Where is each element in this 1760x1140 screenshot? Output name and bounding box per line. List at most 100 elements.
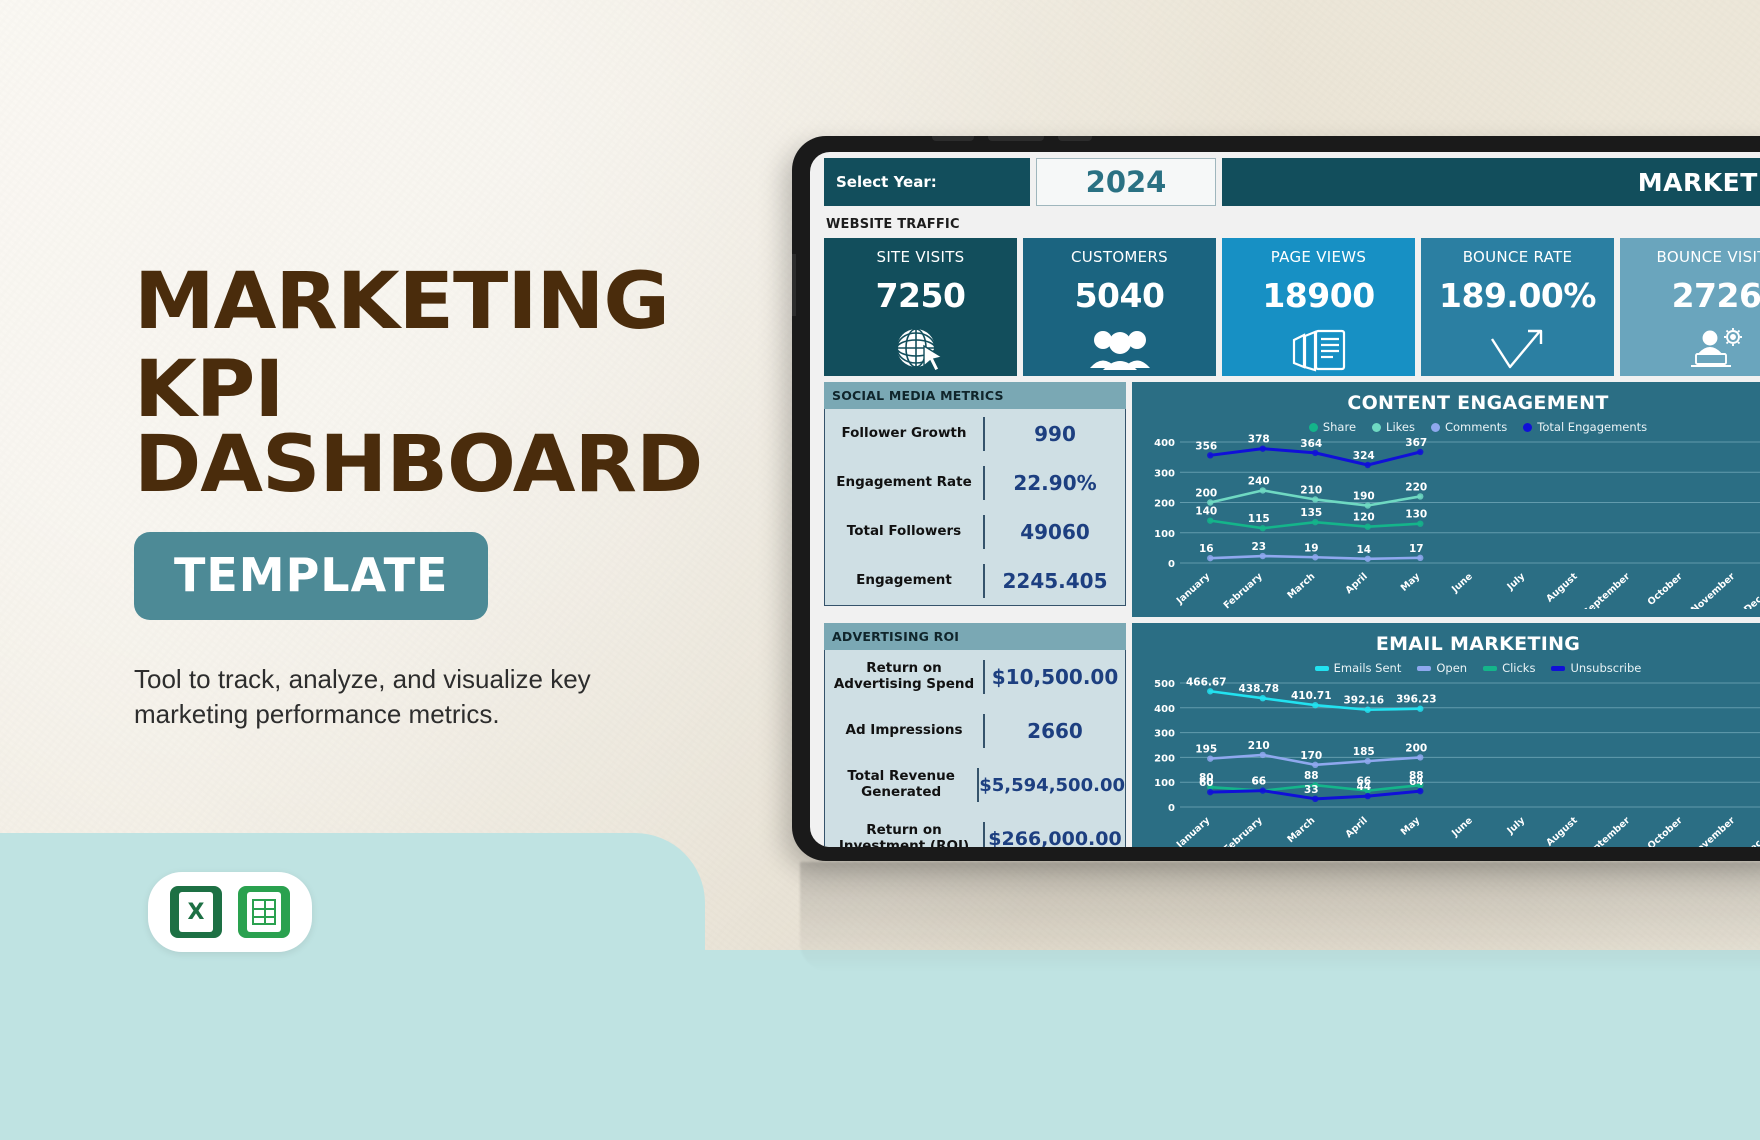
year-select[interactable]: 2024	[1036, 158, 1216, 206]
kpi-card-page-views[interactable]: PAGE VIEWS 18900	[1222, 238, 1415, 376]
legend-item[interactable]: Clicks	[1483, 661, 1535, 675]
metric-value: $10,500.00	[991, 665, 1119, 689]
metric-name: Return on Investment (ROI)	[838, 822, 970, 847]
svg-text:135: 135	[1300, 507, 1322, 519]
svg-text:June: June	[1449, 571, 1475, 596]
svg-text:240: 240	[1248, 475, 1270, 487]
svg-text:210: 210	[1248, 740, 1270, 752]
svg-text:100: 100	[1154, 529, 1175, 540]
kpi-value: 5040	[1074, 276, 1165, 315]
metric-value: $266,000.00	[988, 828, 1122, 847]
svg-text:September: September	[1581, 571, 1632, 609]
svg-text:140: 140	[1195, 506, 1217, 518]
table-row: Ad Impressions 2660	[825, 704, 1125, 758]
legend-item[interactable]: Likes	[1372, 420, 1415, 434]
email-marketing-plot: 0 100 200 300 400 500 January February March Apri…	[1154, 676, 1760, 847]
legend-label: Open	[1436, 661, 1468, 675]
svg-text:April: April	[1344, 571, 1370, 596]
svg-text:100: 100	[1154, 778, 1175, 789]
svg-text:392.16: 392.16	[1343, 695, 1384, 707]
svg-text:October: October	[1646, 815, 1685, 847]
legend-item[interactable]: Unsubscribe	[1551, 661, 1641, 675]
svg-text:438.78: 438.78	[1238, 683, 1279, 695]
legend-item[interactable]: Emails Sent	[1314, 661, 1402, 675]
legend-color-swatch	[1372, 422, 1382, 432]
kpi-card-site-visits[interactable]: SITE VISITS 7250	[824, 238, 1017, 376]
social-media-metrics-panel: SOCIAL MEDIA METRICS Follower Growth 990…	[824, 382, 1126, 617]
svg-text:185: 185	[1353, 746, 1375, 758]
metric-value: 2660	[1027, 719, 1083, 743]
dashboard-title: MARKETING	[1222, 158, 1760, 206]
legend-color-swatch	[1417, 665, 1432, 671]
svg-text:October: October	[1646, 571, 1685, 608]
kpi-value: 18900	[1262, 276, 1375, 315]
table-row: Return on Investment (ROI) $266,000.00	[825, 812, 1125, 847]
legend-color-swatch	[1551, 665, 1566, 671]
svg-text:200: 200	[1195, 488, 1217, 500]
advertising-roi-header: ADVERTISING ROI	[824, 623, 1126, 650]
social-media-metrics-table: Follower Growth 990 Engagement Rate 22.9…	[824, 409, 1126, 606]
documents-icon	[1290, 321, 1348, 376]
svg-text:January: January	[1174, 571, 1213, 608]
svg-text:400: 400	[1154, 438, 1175, 449]
svg-text:June: June	[1449, 815, 1475, 840]
svg-text:March: March	[1285, 571, 1317, 601]
kpi-card-bounce-visits[interactable]: BOUNCE VISITS 2726	[1620, 238, 1760, 376]
svg-text:364: 364	[1300, 438, 1322, 450]
kpi-label: BOUNCE VISITS	[1656, 248, 1760, 266]
chart-legend: Share Likes Comments Total Engagements	[1132, 420, 1760, 434]
svg-text:May: May	[1399, 815, 1423, 838]
roi-and-email-row: ADVERTISING ROI Return on Advertising Sp…	[824, 623, 1760, 847]
svg-text:60: 60	[1199, 777, 1214, 789]
svg-text:200: 200	[1405, 742, 1427, 754]
page-title-line-2: KPI DASHBOARD	[134, 344, 703, 511]
svg-text:170: 170	[1300, 750, 1322, 762]
svg-text:November: November	[1689, 571, 1737, 609]
svg-text:190: 190	[1353, 491, 1375, 503]
metric-value: 990	[1034, 421, 1076, 446]
advertising-roi-panel: ADVERTISING ROI Return on Advertising Sp…	[824, 623, 1126, 847]
svg-text:August: August	[1544, 571, 1580, 605]
table-row: Total Followers 49060	[825, 507, 1125, 556]
legend-color-swatch	[1483, 665, 1498, 671]
legend-item[interactable]: Comments	[1430, 420, 1507, 434]
svg-text:300: 300	[1154, 729, 1175, 740]
table-row: Total Revenue Generated $5,594,500.00	[825, 758, 1125, 812]
kpi-label: CUSTOMERS	[1070, 248, 1168, 266]
svg-text:September: September	[1581, 815, 1632, 847]
kpi-card-bounce-rate[interactable]: BOUNCE RATE 189.00%	[1421, 238, 1614, 376]
svg-text:120: 120	[1353, 512, 1375, 524]
table-row: Follower Growth 990	[825, 409, 1125, 458]
svg-text:44: 44	[1356, 781, 1371, 793]
metric-name: Engagement Rate	[836, 473, 972, 490]
tablet-button-volume-down[interactable]	[988, 136, 1044, 141]
table-row: Engagement Rate 22.90%	[825, 458, 1125, 507]
svg-text:500: 500	[1154, 679, 1175, 690]
svg-text:23: 23	[1251, 541, 1266, 553]
svg-text:August: August	[1544, 815, 1580, 847]
legend-label: Emails Sent	[1333, 661, 1402, 675]
kpi-value: 2726	[1671, 276, 1760, 315]
svg-text:33: 33	[1304, 784, 1319, 796]
tablet-button-volume-up[interactable]	[932, 136, 974, 141]
chart-title: EMAIL MARKETING	[1375, 633, 1581, 655]
legend-item[interactable]: Total Engagements	[1523, 420, 1647, 434]
page-title-line-1: MARKETING	[134, 257, 670, 347]
svg-text:324: 324	[1353, 450, 1375, 462]
excel-badge-letter: X	[179, 892, 213, 932]
legend-item[interactable]: Open	[1417, 661, 1467, 675]
svg-text:16: 16	[1199, 543, 1214, 555]
legend-item[interactable]: Share	[1308, 420, 1356, 434]
template-badge: TEMPLATE	[134, 531, 489, 620]
metric-value: 49060	[1020, 519, 1090, 544]
tablet-button-power[interactable]	[1058, 136, 1092, 141]
svg-text:December: December	[1742, 571, 1760, 609]
metric-value: 22.90%	[1013, 470, 1097, 495]
sheets-badge-glyph	[247, 892, 281, 932]
sheets-badge-icon	[238, 886, 290, 938]
svg-text:February: February	[1222, 571, 1266, 609]
svg-text:466.67: 466.67	[1186, 676, 1227, 688]
kpi-card-customers[interactable]: CUSTOMERS 5040	[1023, 238, 1216, 376]
svg-text:88: 88	[1304, 770, 1319, 782]
social-and-engagement-row: SOCIAL MEDIA METRICS Follower Growth 990…	[824, 382, 1760, 617]
